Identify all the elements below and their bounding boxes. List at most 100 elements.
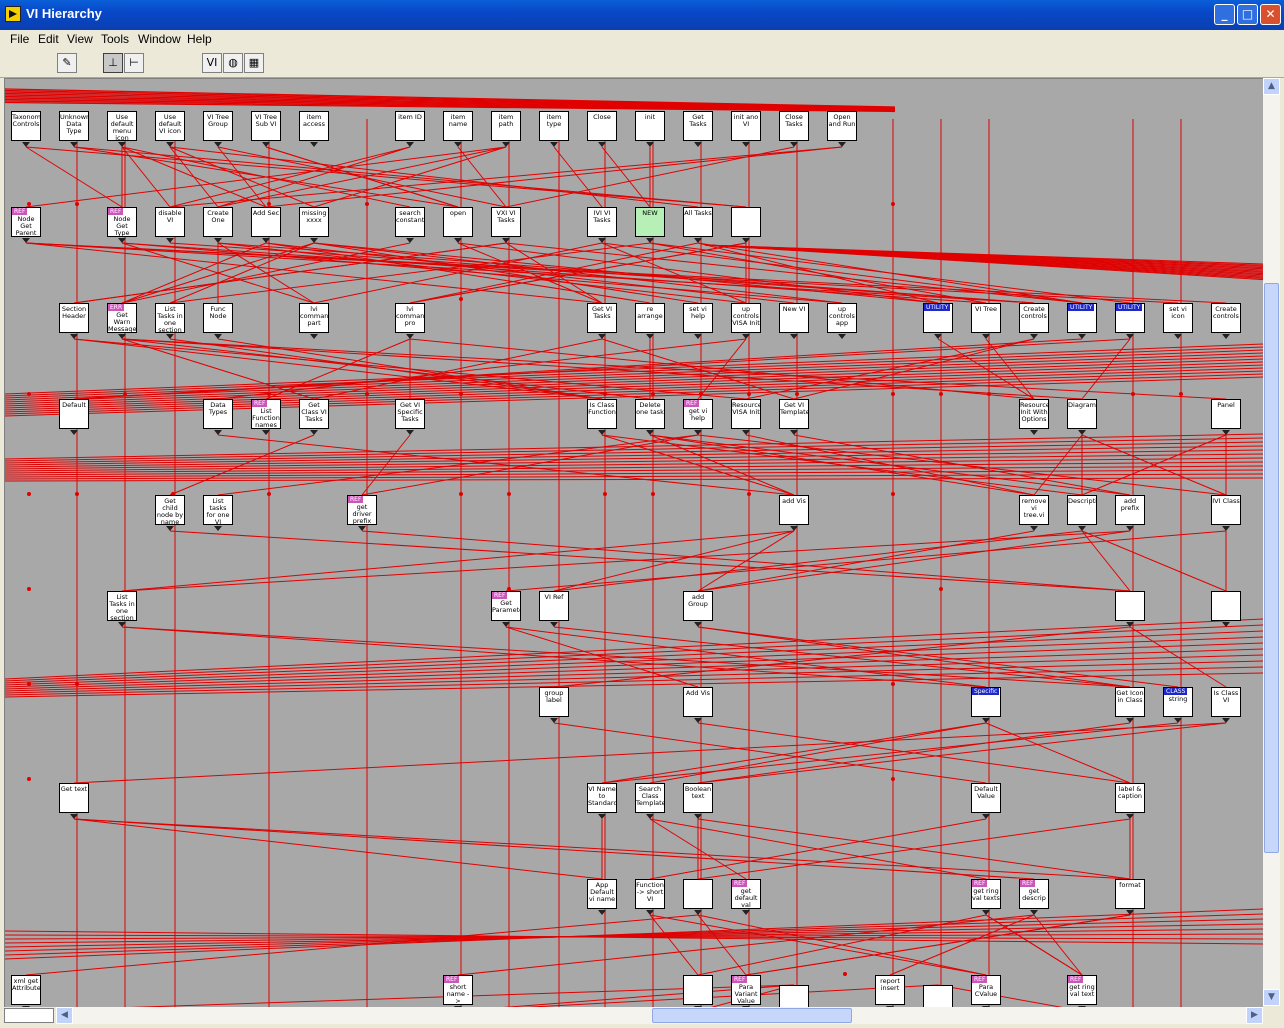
vi-node[interactable]: Open and Run bbox=[827, 111, 857, 141]
expand-subvis-icon[interactable] bbox=[598, 430, 606, 435]
vi-node[interactable]: report insert bbox=[875, 975, 905, 1005]
vi-node[interactable]: Is Class Function bbox=[587, 399, 617, 429]
expand-subvis-icon[interactable] bbox=[982, 910, 990, 915]
vi-node[interactable]: VXI VI Tasks bbox=[491, 207, 521, 237]
vi-node[interactable]: VI Tree bbox=[971, 303, 1001, 333]
expand-subvis-icon[interactable] bbox=[982, 814, 990, 819]
vi-node[interactable]: Get Tasks bbox=[683, 111, 713, 141]
vi-node[interactable]: init ano VI bbox=[731, 111, 761, 141]
vi-node[interactable]: CLASS string bbox=[1163, 687, 1193, 717]
vi-node[interactable]: add Vis bbox=[779, 495, 809, 525]
expand-subvis-icon[interactable] bbox=[214, 430, 222, 435]
vi-node[interactable]: Unknown Data Type bbox=[59, 111, 89, 141]
vertical-scroll-thumb[interactable] bbox=[1264, 283, 1279, 853]
expand-subvis-icon[interactable] bbox=[1126, 910, 1134, 915]
vi-node[interactable]: format bbox=[1115, 879, 1145, 909]
expand-subvis-icon[interactable] bbox=[118, 622, 126, 627]
vi-node[interactable]: Search Class Template bbox=[635, 783, 665, 813]
expand-subvis-icon[interactable] bbox=[502, 142, 510, 147]
menu-help[interactable]: Help bbox=[187, 32, 212, 46]
vi-node[interactable]: ERR Get Warn Message bbox=[107, 303, 137, 333]
vi-node[interactable]: missing xxxx bbox=[299, 207, 329, 237]
vi-lib-icon[interactable]: VI bbox=[202, 53, 222, 73]
vi-node[interactable]: Create controls bbox=[1019, 303, 1049, 333]
minimize-button[interactable]: _ bbox=[1214, 4, 1235, 25]
vi-node[interactable]: lvi command pro bbox=[395, 303, 425, 333]
expand-subvis-icon[interactable] bbox=[934, 334, 942, 339]
expand-subvis-icon[interactable] bbox=[22, 1006, 30, 1007]
expand-subvis-icon[interactable] bbox=[214, 142, 222, 147]
expand-subvis-icon[interactable] bbox=[598, 142, 606, 147]
expand-subvis-icon[interactable] bbox=[646, 910, 654, 915]
expand-subvis-icon[interactable] bbox=[118, 334, 126, 339]
expand-subvis-icon[interactable] bbox=[406, 334, 414, 339]
expand-subvis-icon[interactable] bbox=[598, 238, 606, 243]
expand-subvis-icon[interactable] bbox=[646, 430, 654, 435]
expand-subvis-icon[interactable] bbox=[694, 910, 702, 915]
expand-subvis-icon[interactable] bbox=[166, 238, 174, 243]
vi-node[interactable]: item ID bbox=[395, 111, 425, 141]
expand-subvis-icon[interactable] bbox=[1030, 526, 1038, 531]
scroll-right-icon[interactable]: ▶ bbox=[1246, 1007, 1263, 1024]
vi-node[interactable] bbox=[779, 985, 809, 1007]
vi-node[interactable]: Create One bbox=[203, 207, 233, 237]
vi-node[interactable]: Data Types bbox=[203, 399, 233, 429]
expand-subvis-icon[interactable] bbox=[406, 430, 414, 435]
expand-subvis-icon[interactable] bbox=[214, 334, 222, 339]
expand-subvis-icon[interactable] bbox=[838, 142, 846, 147]
menu-window[interactable]: Window bbox=[138, 32, 181, 46]
expand-subvis-icon[interactable] bbox=[550, 622, 558, 627]
expand-subvis-icon[interactable] bbox=[1126, 718, 1134, 723]
expand-subvis-icon[interactable] bbox=[790, 526, 798, 531]
expand-subvis-icon[interactable] bbox=[502, 622, 510, 627]
expand-subvis-icon[interactable] bbox=[310, 142, 318, 147]
vi-node[interactable]: REF get driver prefix bbox=[347, 495, 377, 525]
vi-node[interactable]: REF get ring val text bbox=[1067, 975, 1097, 1005]
vi-node[interactable]: Add Vis bbox=[683, 687, 713, 717]
menu-file[interactable]: File bbox=[10, 32, 29, 46]
scroll-left-icon[interactable]: ◀ bbox=[56, 1007, 73, 1024]
vi-node[interactable]: Description bbox=[1067, 495, 1097, 525]
expand-subvis-icon[interactable] bbox=[262, 238, 270, 243]
expand-subvis-icon[interactable] bbox=[406, 142, 414, 147]
expand-subvis-icon[interactable] bbox=[790, 142, 798, 147]
expand-subvis-icon[interactable] bbox=[118, 142, 126, 147]
vi-node[interactable]: REF Node Get Parent bbox=[11, 207, 41, 237]
expand-subvis-icon[interactable] bbox=[598, 814, 606, 819]
vi-node[interactable]: Get Icon in Class bbox=[1115, 687, 1145, 717]
expand-subvis-icon[interactable] bbox=[838, 334, 846, 339]
vi-node[interactable]: group label bbox=[539, 687, 569, 717]
vi-node[interactable] bbox=[1115, 591, 1145, 621]
vi-node[interactable]: Create controls bbox=[1211, 303, 1241, 333]
expand-subvis-icon[interactable] bbox=[1174, 334, 1182, 339]
vi-node[interactable]: lvi command part bbox=[299, 303, 329, 333]
vi-node[interactable]: REFshort name -> handle bbox=[443, 975, 473, 1005]
vi-node[interactable] bbox=[731, 207, 761, 237]
horizontal-scroll-thumb[interactable] bbox=[652, 1008, 852, 1023]
globe-icon[interactable]: ◍ bbox=[223, 53, 243, 73]
typedef-icon[interactable]: ▦ bbox=[244, 53, 264, 73]
expand-subvis-icon[interactable] bbox=[1078, 526, 1086, 531]
vi-node[interactable]: open bbox=[443, 207, 473, 237]
expand-subvis-icon[interactable] bbox=[22, 142, 30, 147]
scroll-down-icon[interactable]: ▼ bbox=[1263, 989, 1280, 1006]
vertical-layout-icon[interactable]: ⊥ bbox=[103, 53, 123, 73]
vi-node[interactable]: up controls VISA Init bbox=[731, 303, 761, 333]
expand-subvis-icon[interactable] bbox=[646, 238, 654, 243]
vi-node[interactable] bbox=[923, 985, 953, 1007]
menu-edit[interactable]: Edit bbox=[38, 32, 59, 46]
vi-node[interactable]: add Group bbox=[683, 591, 713, 621]
expand-subvis-icon[interactable] bbox=[70, 334, 78, 339]
vi-node[interactable]: Is Class VI bbox=[1211, 687, 1241, 717]
vi-node[interactable]: Close bbox=[587, 111, 617, 141]
vi-node[interactable]: disable VI bbox=[155, 207, 185, 237]
vi-node[interactable]: REF Node Get Type bbox=[107, 207, 137, 237]
vi-node[interactable]: UTILITY bbox=[1067, 303, 1097, 333]
expand-subvis-icon[interactable] bbox=[214, 238, 222, 243]
vi-node[interactable]: search constant bbox=[395, 207, 425, 237]
expand-subvis-icon[interactable] bbox=[694, 718, 702, 723]
vi-node[interactable]: Get VI Tasks bbox=[587, 303, 617, 333]
expand-subvis-icon[interactable] bbox=[1126, 622, 1134, 627]
expand-subvis-icon[interactable] bbox=[598, 910, 606, 915]
vi-node[interactable]: re arrange bbox=[635, 303, 665, 333]
